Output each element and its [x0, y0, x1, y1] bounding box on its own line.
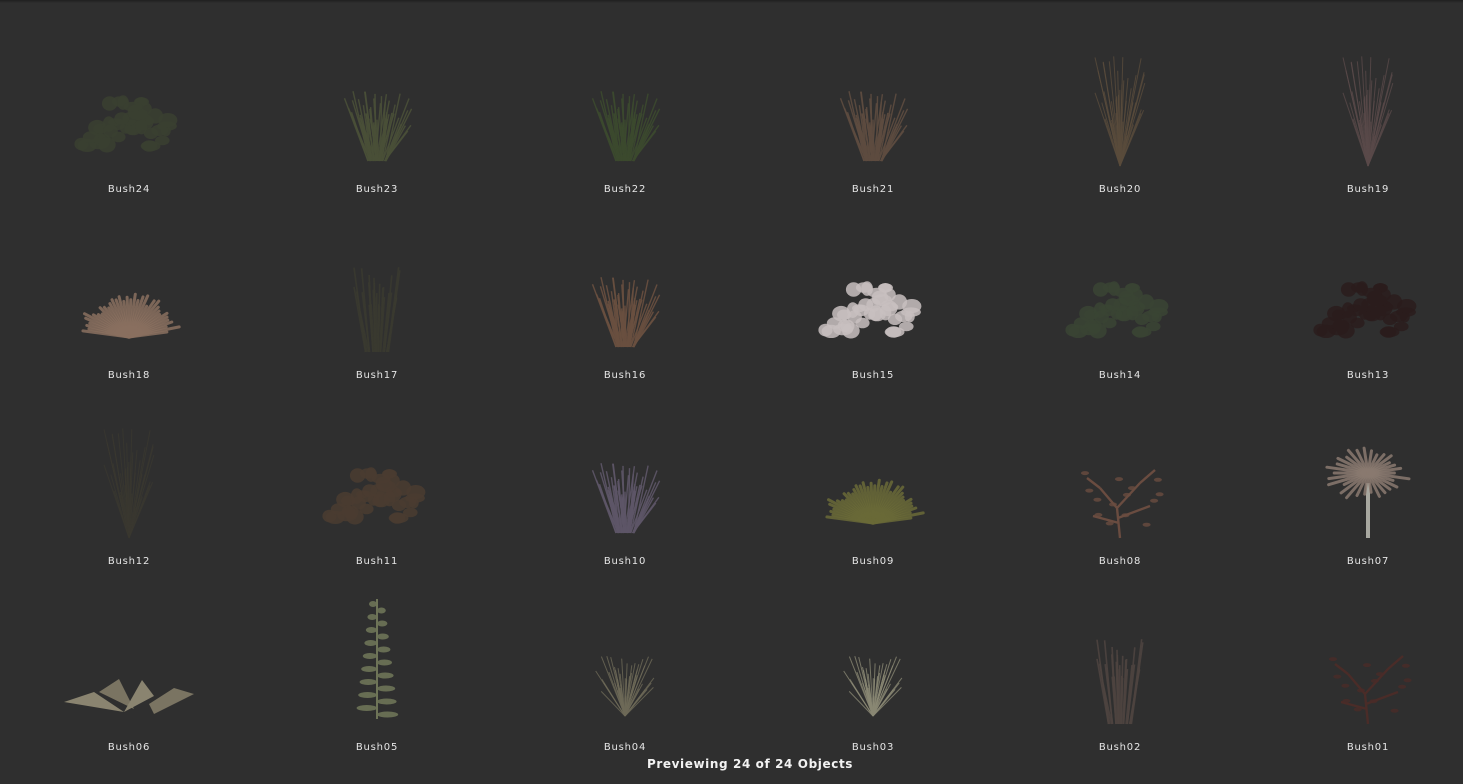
object-tile[interactable]: Bush11 — [302, 398, 452, 568]
object-thumbnail[interactable] — [302, 212, 452, 362]
object-tile[interactable]: Bush12 — [54, 398, 204, 568]
object-thumbnail[interactable] — [1045, 584, 1195, 734]
object-thumbnail[interactable] — [302, 26, 452, 176]
object-tile[interactable]: Bush21 — [798, 26, 948, 196]
object-tile[interactable]: Bush23 — [302, 26, 452, 196]
object-tile[interactable]: Bush18 — [54, 212, 204, 382]
object-thumbnail[interactable] — [550, 26, 700, 176]
object-thumbnail[interactable] — [54, 584, 204, 734]
object-label: Bush03 — [851, 742, 895, 753]
object-thumbnail[interactable] — [302, 398, 452, 548]
object-thumbnail[interactable] — [54, 398, 204, 548]
object-label: Bush22 — [603, 184, 647, 195]
object-label: Bush21 — [851, 184, 895, 195]
object-label: Bush08 — [1098, 556, 1142, 567]
object-label: Bush01 — [1346, 742, 1390, 753]
object-label: Bush24 — [107, 184, 151, 195]
object-label: Bush19 — [1346, 184, 1390, 195]
object-label: Bush10 — [603, 556, 647, 567]
object-thumbnail[interactable] — [550, 584, 700, 734]
object-tile[interactable]: Bush20 — [1045, 26, 1195, 196]
object-tile[interactable]: Bush06 — [54, 584, 204, 754]
object-tile[interactable]: Bush09 — [798, 398, 948, 568]
object-label: Bush17 — [355, 370, 399, 381]
object-label: Bush04 — [603, 742, 647, 753]
object-thumbnail[interactable] — [798, 26, 948, 176]
object-tile[interactable]: Bush05 — [302, 584, 452, 754]
object-label: Bush02 — [1098, 742, 1142, 753]
object-tile[interactable]: Bush08 — [1045, 398, 1195, 568]
object-label: Bush18 — [107, 370, 151, 381]
object-label: Bush23 — [355, 184, 399, 195]
object-tile[interactable]: Bush19 — [1293, 26, 1443, 196]
object-thumbnail[interactable] — [302, 584, 452, 734]
object-thumbnail[interactable] — [54, 212, 204, 362]
object-thumbnail[interactable] — [1293, 398, 1443, 548]
object-tile[interactable]: Bush16 — [550, 212, 700, 382]
object-thumbnail[interactable] — [1293, 584, 1443, 734]
object-label: Bush15 — [851, 370, 895, 381]
object-label: Bush13 — [1346, 370, 1390, 381]
object-tile[interactable]: Bush07 — [1293, 398, 1443, 568]
object-label: Bush06 — [107, 742, 151, 753]
object-label: Bush14 — [1098, 370, 1142, 381]
object-label: Bush07 — [1346, 556, 1390, 567]
object-label: Bush09 — [851, 556, 895, 567]
object-thumbnail[interactable] — [798, 584, 948, 734]
object-preview-grid: Bush24 Bush23 Bush22 Bush21 Bush20 Bush19 Bush… — [0, 0, 1463, 784]
object-thumbnail[interactable] — [1045, 212, 1195, 362]
object-thumbnail[interactable] — [1293, 26, 1443, 176]
object-label: Bush16 — [603, 370, 647, 381]
object-tile[interactable]: Bush15 — [798, 212, 948, 382]
object-thumbnail[interactable] — [1045, 398, 1195, 548]
status-text: Previewing 24 of 24 Objects — [646, 757, 854, 771]
object-tile[interactable]: Bush10 — [550, 398, 700, 568]
object-label: Bush20 — [1098, 184, 1142, 195]
object-thumbnail[interactable] — [550, 212, 700, 362]
object-thumbnail[interactable] — [54, 26, 204, 176]
object-tile[interactable]: Bush13 — [1293, 212, 1443, 382]
object-tile[interactable]: Bush24 — [54, 26, 204, 196]
object-label: Bush12 — [107, 556, 151, 567]
object-tile[interactable]: Bush03 — [798, 584, 948, 754]
object-tile[interactable]: Bush01 — [1293, 584, 1443, 754]
object-tile[interactable]: Bush02 — [1045, 584, 1195, 754]
object-thumbnail[interactable] — [1293, 212, 1443, 362]
object-tile[interactable]: Bush04 — [550, 584, 700, 754]
object-tile[interactable]: Bush22 — [550, 26, 700, 196]
object-thumbnail[interactable] — [798, 212, 948, 362]
object-thumbnail[interactable] — [1045, 26, 1195, 176]
object-label: Bush11 — [355, 556, 399, 567]
object-thumbnail[interactable] — [550, 398, 700, 548]
object-thumbnail[interactable] — [798, 398, 948, 548]
object-label: Bush05 — [355, 742, 399, 753]
object-tile[interactable]: Bush17 — [302, 212, 452, 382]
object-tile[interactable]: Bush14 — [1045, 212, 1195, 382]
